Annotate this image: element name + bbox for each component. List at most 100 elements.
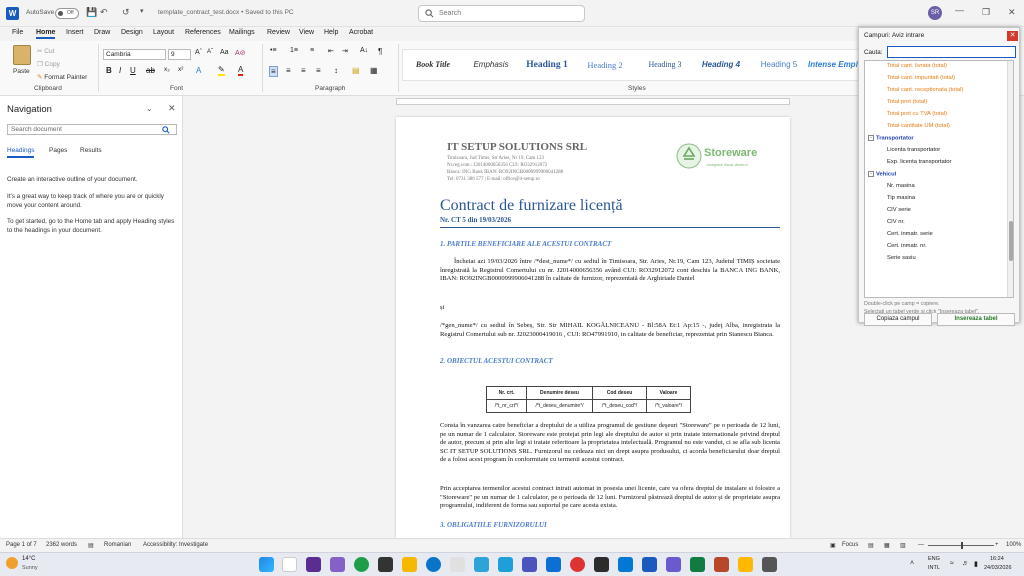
autosave-toggle[interactable]: Off [55, 8, 79, 19]
panel-search-input[interactable] [887, 46, 1016, 58]
show-formatting-icon[interactable]: ¶ [378, 47, 382, 56]
field-item[interactable]: Licenta transportator [887, 147, 940, 153]
teams-icon[interactable] [522, 557, 537, 572]
language-status[interactable]: Romanian [104, 542, 131, 548]
style-emphasis[interactable]: Emphasis [468, 53, 514, 77]
app-icon[interactable] [570, 557, 585, 572]
search-input[interactable]: Search [418, 5, 585, 22]
font-color-icon[interactable]: A [238, 66, 244, 76]
shading-icon[interactable]: ▤ [352, 66, 360, 75]
user-avatar[interactable]: SR [928, 6, 942, 20]
format-painter-button[interactable]: ✎ Format Painter [37, 73, 87, 81]
app-icon[interactable] [546, 557, 561, 572]
excel-icon[interactable] [690, 557, 705, 572]
tree-group-vehicle[interactable]: - Vehicul [868, 171, 896, 178]
focus-icon[interactable]: ▣ [830, 542, 836, 549]
style-intense-emphasis[interactable]: Intense Empha [808, 53, 860, 77]
customize-toolbar-icon[interactable]: ▾ [140, 7, 144, 15]
field-item[interactable]: Total cant. impuritati (total) [887, 75, 955, 81]
collapse-icon[interactable]: - [868, 135, 874, 141]
file-explorer-icon[interactable] [402, 557, 417, 572]
app-icon[interactable] [474, 557, 489, 572]
zoom-slider-thumb[interactable] [961, 542, 963, 549]
numbering-icon[interactable]: 1≡ [290, 47, 298, 54]
field-item[interactable]: CIV nr. [887, 219, 905, 225]
tray-chevron-icon[interactable]: ˄ [910, 560, 914, 567]
scrollbar-thumb[interactable] [1009, 221, 1013, 261]
collapse-icon[interactable]: - [868, 171, 874, 177]
chrome-icon[interactable] [354, 557, 369, 572]
weather-temp[interactable]: 14°C [22, 556, 35, 562]
zoom-slider[interactable] [928, 542, 994, 549]
bold-button[interactable]: B [106, 66, 112, 75]
page-count[interactable]: Page 1 of 7 [6, 542, 37, 548]
volume-icon[interactable]: ♬ [962, 560, 969, 567]
multilevel-list-icon[interactable]: ≡ [310, 47, 314, 54]
field-item[interactable]: Total cant. livrata (total) [887, 63, 947, 69]
shrink-font-icon[interactable]: Aˇ [207, 49, 213, 55]
app-icon[interactable] [738, 557, 753, 572]
close-window-icon[interactable]: ✕ [1008, 7, 1016, 18]
field-item[interactable]: Nr. masina [887, 183, 915, 189]
menu-acrobat[interactable]: Acrobat [349, 29, 373, 36]
underline-button[interactable]: U [130, 66, 136, 75]
menu-help[interactable]: Help [324, 29, 338, 36]
menu-review[interactable]: Review [267, 29, 290, 36]
sort-icon[interactable]: A↓ [360, 47, 368, 54]
style-book-title[interactable]: Book Title [410, 53, 456, 77]
menu-references[interactable]: References [185, 29, 221, 36]
zoom-out-icon[interactable]: — [918, 542, 924, 548]
weather-condition[interactable]: Sunny [22, 565, 38, 571]
decrease-indent-icon[interactable]: ⇤ [328, 47, 334, 55]
battery-icon[interactable]: ▮ [974, 560, 978, 568]
style-heading-2[interactable]: Heading 2 [580, 53, 630, 77]
field-item[interactable]: Exp. licenta transportator [887, 159, 951, 165]
style-heading-5[interactable]: Heading 5 [754, 53, 804, 77]
clock-time[interactable]: 16:24 [990, 556, 1004, 562]
subscript-button[interactable]: x₂ [164, 66, 170, 73]
horizontal-ruler[interactable] [396, 98, 790, 105]
increase-indent-icon[interactable]: ⇥ [342, 47, 348, 55]
navigation-search-input[interactable]: Search document [7, 124, 177, 135]
wifi-icon[interactable]: ≈ [950, 560, 954, 567]
superscript-button[interactable]: x² [178, 66, 183, 73]
weather-icon[interactable] [6, 557, 18, 569]
field-item[interactable]: Cert. inmatr. nr. [887, 243, 927, 249]
chevron-down-icon[interactable]: ⌄ [146, 104, 153, 113]
menu-insert[interactable]: Insert [66, 29, 84, 36]
menu-view[interactable]: View [299, 29, 314, 36]
menu-layout[interactable]: Layout [153, 29, 174, 36]
cut-button[interactable]: ✂ Cut [37, 47, 54, 55]
borders-icon[interactable]: ▦ [370, 66, 378, 75]
grow-font-icon[interactable]: Aˆ [195, 49, 202, 56]
tab-pages[interactable]: Pages [49, 147, 67, 154]
strikethrough-button[interactable]: ab [146, 66, 155, 75]
clear-formatting-icon[interactable]: A⊘ [235, 49, 246, 57]
web-layout-icon[interactable]: ▥ [900, 542, 906, 549]
save-icon[interactable]: 💾 [86, 7, 97, 18]
word-taskbar-icon[interactable] [642, 557, 657, 572]
field-item[interactable]: Tip masina [887, 195, 915, 201]
app-icon[interactable] [450, 557, 465, 572]
terminal-icon[interactable] [378, 557, 393, 572]
app-icon[interactable] [714, 557, 729, 572]
zoom-level[interactable]: 100% [1006, 542, 1021, 548]
visual-studio-icon[interactable] [306, 557, 321, 572]
tree-group-transport[interactable]: - Transportator [868, 135, 914, 142]
highlight-icon[interactable]: ✎ [218, 66, 225, 76]
field-item[interactable]: CIV serie [887, 207, 911, 213]
align-right-icon[interactable]: ≡ [301, 66, 306, 75]
app-icon[interactable] [594, 557, 609, 572]
menu-home[interactable]: Home [36, 29, 56, 39]
menu-file[interactable]: File [12, 29, 23, 36]
visual-studio-icon[interactable] [330, 557, 345, 572]
close-icon[interactable]: ✕ [168, 103, 176, 114]
minimize-icon[interactable]: — [955, 5, 964, 15]
restore-icon[interactable]: ❐ [982, 7, 990, 18]
input-layout[interactable]: INTL [928, 565, 940, 571]
tab-results[interactable]: Results [80, 147, 102, 154]
read-mode-icon[interactable]: ▤ [868, 542, 874, 549]
field-item[interactable]: Total cant. receptionata (total) [887, 87, 963, 93]
justify-icon[interactable]: ≡ [316, 66, 321, 75]
menu-draw[interactable]: Draw [94, 29, 110, 36]
